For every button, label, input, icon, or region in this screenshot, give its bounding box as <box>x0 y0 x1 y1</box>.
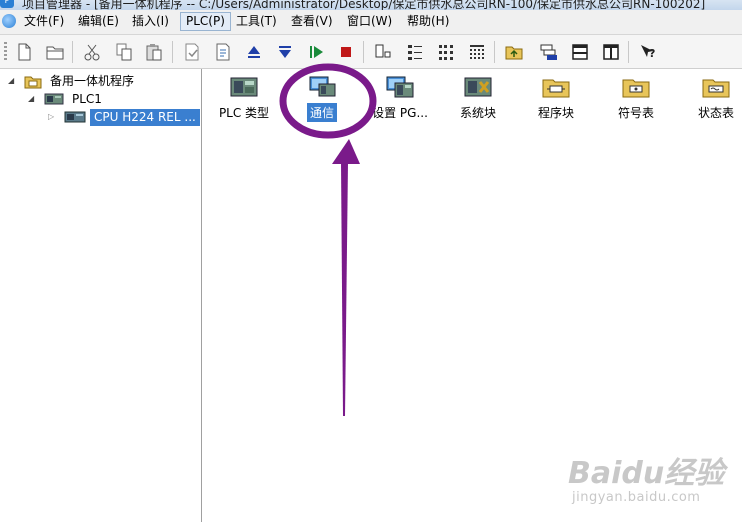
tile-system-block[interactable]: 系统块 <box>442 75 514 122</box>
program-block-icon <box>542 79 570 98</box>
menu-edit[interactable]: 编辑(E) <box>73 13 124 30</box>
watermark-logo: Baidu经验 <box>568 456 725 491</box>
help-icon[interactable]: ? <box>638 42 658 62</box>
plc-icon <box>44 93 64 105</box>
upload-icon[interactable] <box>244 42 264 62</box>
tree-label-cpu: CPU H224 REL ... <box>90 109 200 126</box>
paste-icon[interactable] <box>144 42 164 62</box>
menu-view[interactable]: 查看(V) <box>286 13 338 30</box>
tile-set-pg[interactable]: 设置 PG... <box>364 75 436 122</box>
matrix-icon[interactable] <box>467 42 487 62</box>
grid-icon[interactable] <box>436 42 456 62</box>
window-v-icon[interactable] <box>601 42 621 62</box>
project-tree: ◢ 备用一体机程序 ◢ PLC1 ▷ CPU H224 REL ... <box>0 69 202 522</box>
list-icon[interactable] <box>405 42 425 62</box>
tile-label: 通信 <box>306 103 337 122</box>
check-icon[interactable] <box>182 42 202 62</box>
toolbar-separator <box>494 41 495 63</box>
toolbar-separator <box>72 41 73 63</box>
app-icon: P <box>0 0 14 8</box>
tile-label: 设置 PG... <box>372 106 428 120</box>
open-folder-icon[interactable] <box>45 42 65 62</box>
copy-icon[interactable] <box>114 42 134 62</box>
set-pg-icon <box>386 76 414 98</box>
tree-node-project[interactable]: ◢ 备用一体机程序 <box>4 73 200 90</box>
status-table-icon <box>702 79 730 98</box>
tile-label: 系统块 <box>459 106 496 120</box>
tile-plc-type[interactable]: PLC 类型 <box>208 75 280 122</box>
tile-communication[interactable]: 通信 <box>286 75 358 122</box>
tile-symbol-table[interactable]: 符号表 <box>600 75 672 122</box>
window-title: 项目管理器 - [备用一体机程序 -- C:/Users/Administrat… <box>22 0 706 10</box>
menu-bar: 文件(F) 编辑(E) 插入(I) PLC(P) 工具(T) 查看(V) 窗口(… <box>0 10 742 35</box>
run-icon[interactable] <box>306 42 326 62</box>
tile-label: 程序块 <box>537 106 574 120</box>
window-h-icon[interactable] <box>570 42 590 62</box>
cut-icon[interactable] <box>82 42 102 62</box>
collapse-arrow-icon[interactable]: ◢ <box>28 95 36 103</box>
folder-up-icon[interactable] <box>504 42 524 62</box>
svg-text:?: ? <box>649 47 655 60</box>
tile-label: PLC 类型 <box>218 106 270 120</box>
compile-icon[interactable] <box>213 42 233 62</box>
tree-node-cpu[interactable]: ▷ CPU H224 REL ... <box>44 109 200 126</box>
tile-label: 状态表 <box>697 106 734 120</box>
toolbar-grip[interactable] <box>4 42 7 62</box>
tile-label: 符号表 <box>617 106 654 120</box>
tree-label-plc: PLC1 <box>72 92 102 106</box>
app-menu-icon[interactable] <box>2 14 16 28</box>
toolbar-separator <box>172 41 173 63</box>
tree-label-project: 备用一体机程序 <box>50 74 135 88</box>
cpu-icon <box>64 111 86 123</box>
collapse-arrow-icon[interactable]: ◢ <box>8 77 16 85</box>
tree-node-plc[interactable]: ◢ PLC1 <box>24 91 200 108</box>
monitor-icon[interactable] <box>373 42 393 62</box>
communication-icon <box>309 76 336 97</box>
menu-tools[interactable]: 工具(T) <box>231 13 282 30</box>
new-file-icon[interactable] <box>14 42 34 62</box>
toolbar: ? <box>0 35 742 69</box>
baidu-watermark: Baidu经验 jingyan.baidu.com <box>568 448 738 512</box>
system-block-icon <box>464 77 492 97</box>
toolbar-separator <box>628 41 629 63</box>
title-bar: P 项目管理器 - [备用一体机程序 -- C:/Users/Administr… <box>0 0 742 10</box>
tile-program-block[interactable]: 程序块 <box>520 75 592 122</box>
menu-file[interactable]: 文件(F) <box>19 13 69 30</box>
layers-icon[interactable] <box>539 42 559 62</box>
symbol-table-icon <box>622 79 650 98</box>
menu-insert[interactable]: 插入(I) <box>127 13 174 30</box>
stop-icon[interactable] <box>336 42 356 62</box>
watermark-url: jingyan.baidu.com <box>572 490 701 505</box>
plc-type-icon <box>230 77 258 97</box>
menu-plc[interactable]: PLC(P) <box>180 12 231 31</box>
toolbar-separator <box>363 41 364 63</box>
tile-status-table[interactable]: 状态表 <box>680 75 742 122</box>
project-folder-icon <box>24 76 42 89</box>
download-icon[interactable] <box>275 42 295 62</box>
expand-arrow-icon[interactable]: ▷ <box>48 113 56 121</box>
menu-help[interactable]: 帮助(H) <box>402 13 454 30</box>
menu-window[interactable]: 窗口(W) <box>342 13 397 30</box>
